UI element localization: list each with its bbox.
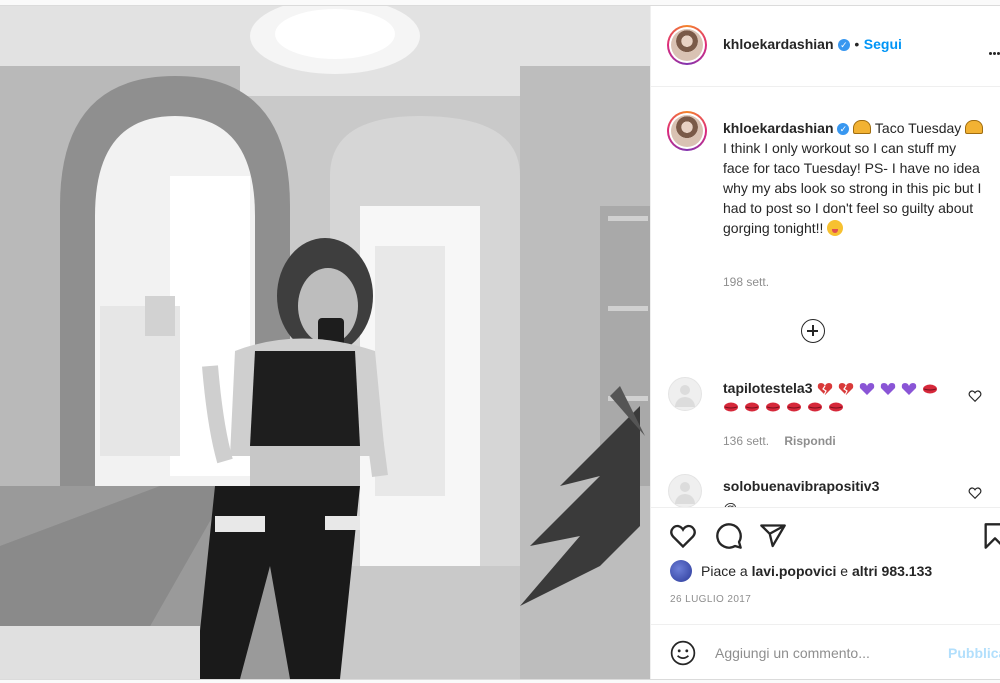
comment-avatar[interactable] xyxy=(668,377,702,411)
verified-badge-icon: ✓ xyxy=(837,123,850,135)
comment-username[interactable]: solobuenavibrapositiv3 xyxy=(723,478,879,494)
lips-icon xyxy=(724,402,738,412)
purple-heart-icon xyxy=(859,382,875,395)
comment-meta: 136 sett. Rispondi xyxy=(723,434,836,448)
broken-heart-icon xyxy=(838,382,854,396)
lips-icon xyxy=(922,384,937,394)
photo-scene xyxy=(0,6,650,679)
caption: khloekardashian ✓ Taco Tuesday I think I… xyxy=(723,118,985,238)
comment-text: @... xyxy=(723,500,879,507)
comment-icon[interactable] xyxy=(715,522,743,550)
comment-avatar[interactable] xyxy=(668,474,702,507)
author-avatar[interactable] xyxy=(667,25,707,65)
author-username[interactable]: khloekardashian xyxy=(723,36,834,52)
instagram-post: khloekardashian ✓ • Segui khloekardashia… xyxy=(0,5,1000,680)
comment-like-icon[interactable] xyxy=(968,389,982,403)
likes-user-link[interactable]: lavi.popovici xyxy=(752,563,837,579)
likes-summary: Piace a lavi.popovici e altri 983.133 xyxy=(701,563,932,579)
header-user-line: khloekardashian ✓ • Segui xyxy=(723,36,902,54)
lips-icon xyxy=(808,402,822,412)
comment-emoji-row xyxy=(723,400,963,414)
comment-item: tapilotestela3 xyxy=(723,380,963,414)
likes-count-link[interactable]: altri 983.133 xyxy=(852,563,932,579)
post-header: khloekardashian ✓ • Segui xyxy=(651,6,1000,87)
post-photo[interactable] xyxy=(0,6,650,679)
publish-button[interactable]: Pubblica xyxy=(948,645,1000,661)
separator-dot: • xyxy=(854,36,860,52)
more-options-icon[interactable] xyxy=(989,42,1000,60)
comment-username[interactable]: tapilotestela3 xyxy=(723,380,812,396)
bookmark-icon[interactable] xyxy=(981,522,1000,550)
post-date[interactable]: 26 LUGLIO 2017 xyxy=(670,594,751,605)
lips-icon xyxy=(829,402,843,412)
comment-like-icon[interactable] xyxy=(968,486,982,500)
post-actions: Piace a lavi.popovici e altri 983.133 26… xyxy=(651,507,1000,680)
caption-time[interactable]: 198 sett. xyxy=(723,275,769,289)
add-circle-icon[interactable] xyxy=(801,319,825,343)
add-comment-input[interactable]: Aggiungi un commento... xyxy=(715,645,870,661)
liker-avatar[interactable] xyxy=(670,560,692,582)
post-side-panel: khloekardashian ✓ • Segui khloekardashia… xyxy=(650,6,1000,679)
share-icon[interactable] xyxy=(759,522,787,550)
follow-button[interactable]: Segui xyxy=(864,36,902,52)
heart-outline-icon[interactable] xyxy=(669,522,697,550)
comments-section: khloekardashian ✓ Taco Tuesday I think I… xyxy=(651,87,1000,507)
add-comment-bar: Aggiungi un commento... Pubblica xyxy=(651,624,1000,681)
lips-icon xyxy=(787,402,801,412)
caption-text-1: Taco Tuesday xyxy=(871,120,962,136)
purple-heart-icon xyxy=(901,382,917,395)
lips-icon xyxy=(766,402,780,412)
reply-button[interactable]: Rispondi xyxy=(784,434,835,448)
lips-icon xyxy=(745,402,759,412)
likes-middle: e xyxy=(836,563,852,579)
verified-badge-icon: ✓ xyxy=(837,39,850,51)
purple-heart-icon xyxy=(880,382,896,395)
taco-emoji-icon xyxy=(853,120,872,134)
emoji-icon[interactable] xyxy=(670,640,696,666)
comment-item: solobuenavibrapositiv3 @... xyxy=(723,478,879,507)
tongue-face-emoji-icon xyxy=(827,220,844,236)
caption-username[interactable]: khloekardashian xyxy=(723,120,834,136)
taco-emoji-icon xyxy=(965,120,984,134)
likes-prefix: Piace a xyxy=(701,563,752,579)
caption-text-2: I think I only workout so I can stuff my… xyxy=(723,140,982,236)
broken-heart-icon xyxy=(817,382,833,396)
comment-time[interactable]: 136 sett. xyxy=(723,434,769,448)
caption-avatar[interactable] xyxy=(667,111,707,151)
